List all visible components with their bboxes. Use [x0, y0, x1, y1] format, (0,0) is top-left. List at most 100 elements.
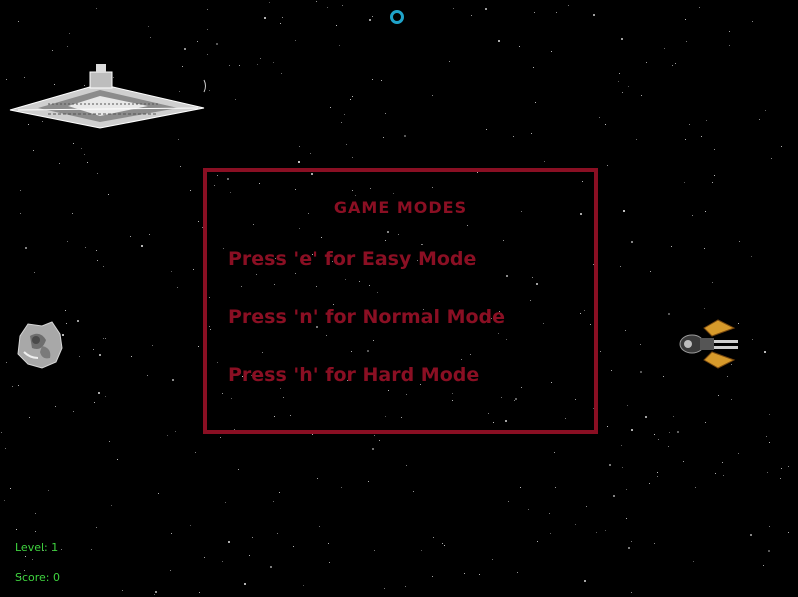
star [190, 525, 191, 526]
star [269, 2, 270, 3]
star [631, 241, 633, 243]
star [628, 547, 630, 549]
star [554, 452, 555, 453]
star [374, 550, 375, 551]
star [765, 110, 766, 111]
hard-mode-option[interactable]: Press 'h' for Hard Mode [228, 364, 479, 386]
star [712, 282, 713, 283]
star [148, 26, 149, 27]
star [432, 576, 433, 577]
star [295, 40, 296, 41]
star [549, 513, 550, 514]
star [433, 537, 434, 538]
star [669, 432, 670, 433]
star [686, 41, 687, 42]
star [771, 158, 772, 159]
star [759, 119, 760, 120]
star [6, 79, 7, 80]
game-canvas[interactable]: GAME MODES Press 'e' for Easy Mode Press… [0, 0, 798, 597]
star [731, 399, 732, 400]
star [586, 506, 587, 507]
star [664, 48, 665, 49]
star [551, 51, 552, 52]
star [298, 161, 300, 163]
star [584, 580, 586, 582]
star [65, 310, 66, 311]
star [299, 146, 300, 147]
star [609, 464, 611, 466]
star [108, 194, 109, 195]
star [654, 434, 655, 435]
star [723, 475, 724, 476]
star [190, 190, 191, 191]
star [513, 136, 514, 137]
star [722, 462, 723, 463]
star [29, 417, 30, 418]
star [66, 323, 67, 324]
star [171, 271, 172, 272]
star [52, 50, 53, 51]
star [316, 1, 317, 2]
star [103, 338, 104, 339]
star [172, 379, 174, 381]
star [154, 594, 155, 595]
star [498, 40, 500, 42]
star [649, 483, 650, 484]
star [714, 175, 715, 176]
asteroid-sprite [17, 321, 63, 369]
star [628, 86, 629, 87]
star [199, 592, 200, 593]
star [130, 236, 131, 237]
star [372, 79, 373, 80]
star [781, 146, 782, 147]
star [67, 241, 68, 242]
star [631, 429, 633, 431]
star [180, 166, 181, 167]
star [257, 64, 258, 65]
star [623, 210, 625, 212]
star [368, 481, 369, 482]
star [204, 557, 205, 558]
star [55, 406, 56, 407]
star [453, 8, 454, 9]
star [244, 583, 246, 585]
game-modes-panel: GAME MODES Press 'e' for Easy Mode Press… [203, 168, 598, 434]
star [158, 493, 159, 494]
star [704, 248, 705, 249]
star [672, 65, 673, 66]
star [374, 435, 375, 436]
star [329, 562, 330, 563]
star [228, 541, 230, 543]
star [79, 356, 80, 357]
star [167, 435, 168, 436]
star [767, 472, 768, 473]
star [706, 120, 707, 121]
star [384, 588, 385, 589]
star [35, 531, 36, 532]
star [764, 351, 766, 353]
star [657, 472, 658, 473]
normal-mode-option[interactable]: Press 'n' for Normal Mode [228, 306, 505, 328]
star [207, 29, 208, 30]
star [533, 67, 534, 68]
star [48, 490, 49, 491]
star [535, 102, 536, 103]
star [593, 14, 595, 16]
star [492, 559, 493, 560]
star [216, 43, 218, 45]
star [381, 80, 382, 81]
star [517, 572, 518, 573]
star [273, 501, 274, 502]
star [238, 469, 239, 470]
star [596, 532, 597, 533]
star [405, 586, 406, 587]
star [195, 452, 196, 453]
star [96, 8, 97, 9]
star [619, 73, 620, 74]
easy-mode-option[interactable]: Press 'e' for Easy Mode [228, 248, 476, 270]
star [372, 16, 373, 17]
star [600, 351, 601, 352]
star [622, 92, 623, 93]
star [413, 491, 414, 492]
star [6, 362, 7, 363]
